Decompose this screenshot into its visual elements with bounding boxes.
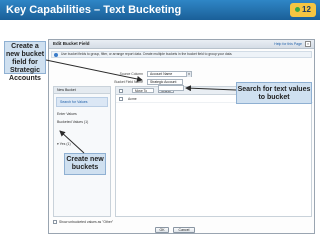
row-value: Acme bbox=[128, 97, 137, 101]
source-column-label: Source Column bbox=[119, 72, 143, 76]
move-to-label: Move To bbox=[135, 89, 147, 93]
bucket-yes-item[interactable]: ▾ Yes (1) bbox=[54, 140, 110, 148]
enter-values-item[interactable]: Enter Values bbox=[54, 110, 110, 118]
ok-button[interactable]: OK bbox=[155, 227, 169, 233]
values-grid: Move To Search Acme bbox=[115, 86, 313, 217]
edit-bucket-field-dialog: Edit Bucket Field Help for this Page × U… bbox=[48, 39, 315, 234]
logo-dot-icon bbox=[295, 7, 301, 13]
info-text: Use bucket fields to group, filter, or a… bbox=[61, 52, 233, 56]
dialog-title: Edit Bucket Field bbox=[53, 41, 90, 46]
help-link[interactable]: Help for this Page bbox=[274, 42, 302, 46]
select-all-checkbox[interactable] bbox=[119, 89, 123, 93]
info-banner: Use bucket fields to group, filter, or a… bbox=[51, 51, 312, 58]
show-other-label: Show unbucketed values as "Other" bbox=[59, 220, 114, 224]
new-bucket-button[interactable]: New Bucket bbox=[54, 87, 110, 94]
info-icon bbox=[54, 53, 58, 57]
bucket-field-name-label: Bucket Field Name bbox=[114, 80, 143, 84]
source-column-select[interactable]: Account Name ▾ bbox=[147, 71, 192, 77]
badge-text: 12 bbox=[302, 5, 311, 14]
bucket-list-panel: New Bucket Search for Values Enter Value… bbox=[53, 86, 111, 217]
source-column-value: Account Name bbox=[150, 72, 173, 76]
row-checkbox[interactable] bbox=[119, 97, 123, 101]
search-for-values-item[interactable]: Search for Values bbox=[56, 97, 108, 107]
close-icon[interactable]: × bbox=[305, 41, 311, 47]
bucket-field-name-value: Strategic Account bbox=[150, 80, 177, 84]
dialog-titlebar: Edit Bucket Field Help for this Page × bbox=[49, 40, 314, 49]
cancel-button[interactable]: Cancel bbox=[173, 227, 195, 233]
callout-search-text: Search for text values to bucket bbox=[236, 82, 312, 104]
chevron-down-icon: ▾ bbox=[186, 72, 191, 77]
slide-header-bar: Key Capabilities – Text Bucketing 12 bbox=[0, 0, 320, 20]
show-other-checkbox[interactable] bbox=[53, 220, 57, 224]
callout-create-field: Create a new bucket field for Strategic … bbox=[4, 41, 46, 82]
bucketed-values-item[interactable]: Bucketed Values (1) bbox=[54, 118, 110, 126]
slide-number-badge: 12 bbox=[290, 3, 316, 17]
slide-title: Key Capabilities – Text Bucketing bbox=[6, 4, 182, 16]
callout-create-buckets: Create new buckets bbox=[64, 153, 106, 175]
grid-search-input[interactable] bbox=[158, 85, 184, 91]
move-to-select[interactable]: Move To bbox=[132, 88, 154, 93]
